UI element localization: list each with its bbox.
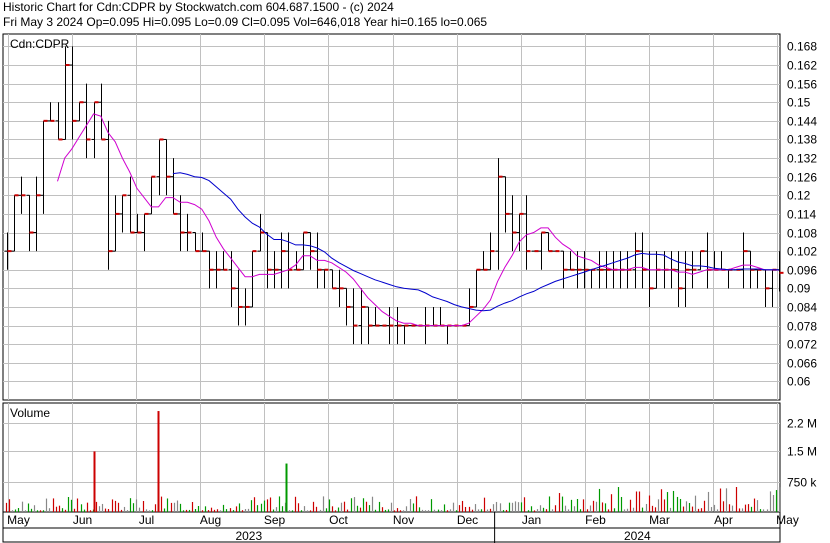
price-tick-label: 0.108 xyxy=(787,227,817,241)
price-tick-label: 0.132 xyxy=(787,152,817,166)
month-label: Apr xyxy=(714,513,733,527)
price-tick-label: 0.162 xyxy=(787,59,817,73)
month-label: Dec xyxy=(457,513,478,527)
year-axis xyxy=(2,527,781,543)
price-tick-label: 0.144 xyxy=(787,115,817,129)
month-label: Jun xyxy=(73,513,92,527)
price-tick-label: 0.156 xyxy=(787,78,817,92)
month-label: Jul xyxy=(139,513,154,527)
price-tick-label: 0.12 xyxy=(787,189,811,203)
price-tick-label: 0.078 xyxy=(787,320,817,334)
price-panel-title: Cdn:CDPR xyxy=(10,37,70,51)
stock-chart: 0.168 0.162 0.156 0.15 0.144 0.138 0.132 0.126 0… xyxy=(2,33,817,543)
month-label: Mar xyxy=(649,513,670,527)
price-panel xyxy=(2,33,781,401)
year-label: 2023 xyxy=(235,529,262,543)
volume-panel xyxy=(2,402,781,513)
volume-tick-label: 2.2 M xyxy=(787,417,817,431)
price-tick-label: 0.09 xyxy=(787,282,811,296)
price-tick-label: 0.06 xyxy=(787,375,811,389)
month-label: Sep xyxy=(264,513,286,527)
price-tick-label: 0.072 xyxy=(787,338,817,352)
price-tick-label: 0.096 xyxy=(787,264,817,278)
month-label: Nov xyxy=(393,513,414,527)
price-tick-label: 0.084 xyxy=(787,301,817,315)
price-tick-label: 0.138 xyxy=(787,133,817,147)
price-tick-label: 0.102 xyxy=(787,245,817,259)
volume-panel-title: Volume xyxy=(10,406,50,420)
price-tick-label: 0.15 xyxy=(787,96,811,110)
chart-window: Historic Chart for Cdn:CDPR by Stockwatc… xyxy=(0,0,830,543)
year-label: 2024 xyxy=(624,529,651,543)
month-label: Feb xyxy=(585,513,606,527)
month-label: Oct xyxy=(329,513,348,527)
month-label: Aug xyxy=(200,513,221,527)
price-tick-label: 0.168 xyxy=(787,40,817,54)
price-tick-label: 0.114 xyxy=(787,208,816,222)
month-label: May xyxy=(7,513,30,527)
price-tick-label: 0.126 xyxy=(787,171,817,185)
month-label: Jan xyxy=(522,513,541,527)
volume-tick-label: 750 k xyxy=(787,476,817,490)
price-tick-label: 0.066 xyxy=(787,357,817,371)
volume-tick-label: 1.5 M xyxy=(787,445,817,459)
